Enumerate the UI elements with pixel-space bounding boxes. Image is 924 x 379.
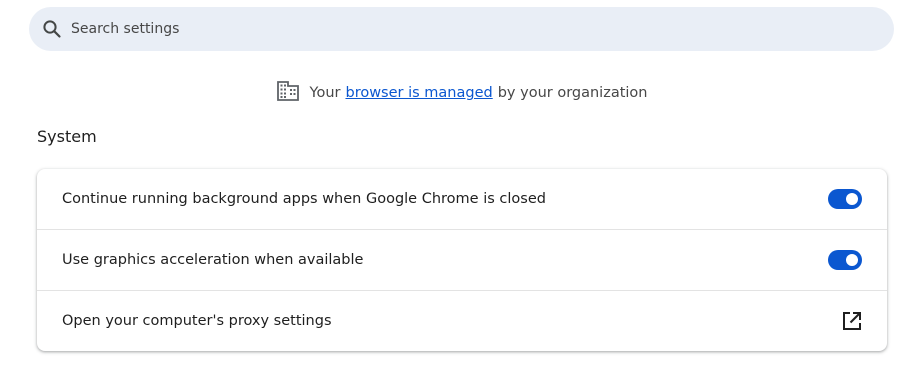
proxy-settings-label: Open your computer's proxy settings — [62, 313, 332, 329]
open-in-new-icon[interactable] — [841, 310, 863, 332]
toggle-knob — [846, 193, 858, 205]
background-apps-row[interactable]: Continue running background apps when Go… — [37, 169, 887, 229]
graphics-acceleration-toggle[interactable] — [828, 250, 862, 270]
search-bar[interactable]: Search settings — [29, 7, 894, 51]
section-title: System — [37, 127, 97, 146]
system-settings-card: Continue running background apps when Go… — [37, 169, 887, 351]
managed-prefix: Your — [309, 85, 341, 101]
proxy-settings-row[interactable]: Open your computer's proxy settings — [37, 290, 887, 351]
managed-suffix: by your organization — [497, 85, 648, 101]
search-input[interactable]: Search settings — [71, 21, 179, 37]
background-apps-label: Continue running background apps when Go… — [62, 191, 546, 207]
settings-page: Search settings Your browser is managed — [0, 0, 924, 379]
building-icon — [276, 81, 299, 105]
search-icon — [42, 19, 62, 39]
browser-managed-link[interactable]: browser is managed — [345, 85, 492, 101]
managed-notice: Your browser is managed by your organiza… — [0, 79, 924, 107]
toggle-knob — [846, 254, 858, 266]
graphics-acceleration-label: Use graphics acceleration when available — [62, 252, 364, 268]
background-apps-toggle[interactable] — [828, 189, 862, 209]
graphics-acceleration-row[interactable]: Use graphics acceleration when available — [37, 229, 887, 290]
